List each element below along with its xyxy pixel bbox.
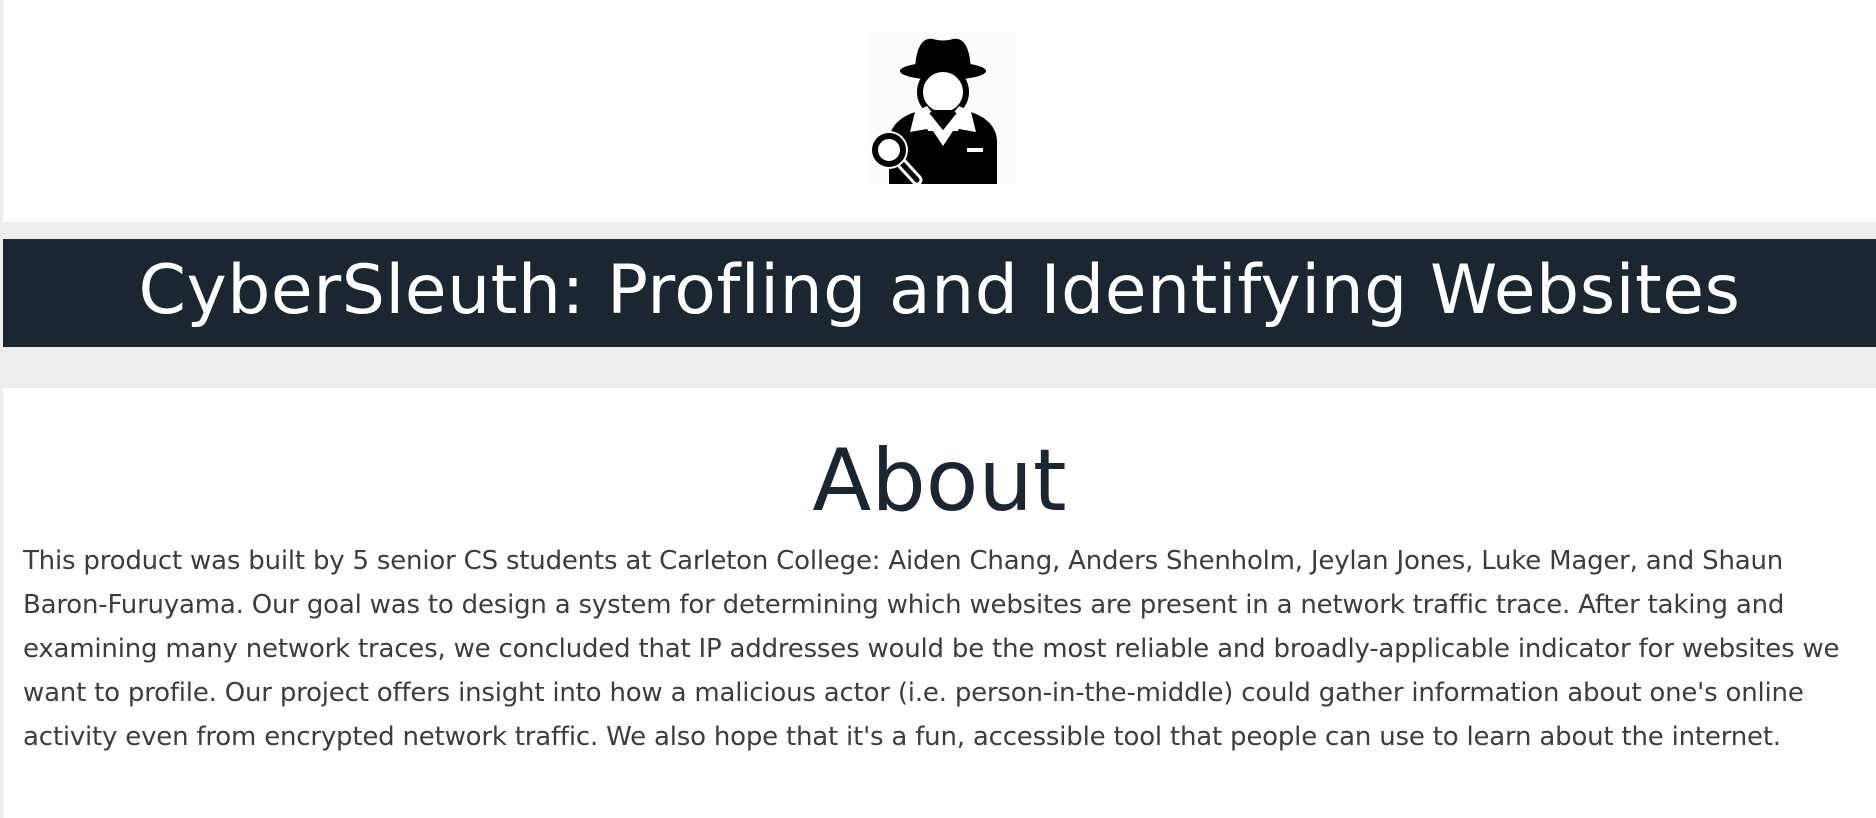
about-section: About This product was built by 5 senior…	[3, 388, 1876, 818]
logo-panel	[3, 0, 1876, 222]
about-heading: About	[812, 431, 1067, 531]
page-title: CyberSleuth: Profling and Identifying We…	[138, 251, 1741, 330]
about-text: This product was built by 5 senior CS st…	[23, 546, 1840, 752]
title-bar: CyberSleuth: Profling and Identifying We…	[3, 239, 1876, 347]
detective-magnifier-icon	[869, 32, 1017, 184]
